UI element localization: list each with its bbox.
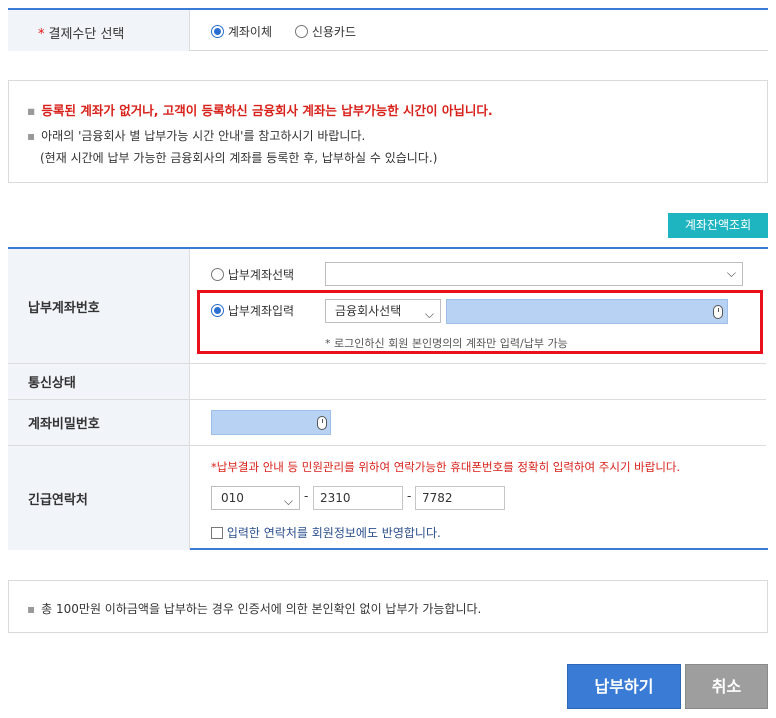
bullet-icon: ▪	[27, 103, 36, 118]
account-select-dropdown[interactable]: ⌵	[325, 262, 743, 286]
chevron-down-icon: ⌵	[726, 266, 736, 280]
phone-prefix-select[interactable]: 010 ⌵	[211, 486, 300, 510]
account-label-cell: 납부계좌번호	[8, 249, 190, 363]
submit-payment-button[interactable]: 납부하기	[567, 664, 681, 709]
notice-warning-line: 등록된 계좌가 없거나, 고객이 등록하신 금융회사 계좌는 납부가능한 시간이…	[41, 103, 493, 118]
highlight-box	[197, 290, 763, 354]
notice-box-top: ▪ 등록된 계좌가 없거나, 고객이 등록하신 금융회사 계좌는 납부가능한 시간…	[8, 80, 768, 183]
radio-card[interactable]	[295, 25, 308, 38]
notice-line-2: 아래의 '금융회사 별 납부가능 시간 안내'를 참고하시기 바랍니다.	[41, 129, 366, 143]
phone-prefix-value: 010	[221, 491, 244, 505]
account-label: 납부계좌번호	[28, 300, 100, 316]
password-label-cell: 계좌비밀번호	[8, 400, 190, 445]
radio-transfer[interactable]	[211, 25, 224, 38]
sync-contact-checkbox[interactable]	[211, 527, 223, 539]
sync-contact-checkbox-row[interactable]: 입력한 연락처를 회원정보에도 반영합니다.	[211, 524, 441, 541]
phone-middle-input[interactable]: 2310	[313, 486, 403, 510]
required-mark: *	[38, 27, 45, 42]
cancel-button[interactable]: 취소	[685, 664, 768, 709]
option-transfer-label: 계좌이체	[227, 25, 272, 39]
payment-option-card[interactable]: 신용카드	[295, 23, 356, 40]
dash: -	[407, 489, 412, 503]
chevron-down-icon: ⌵	[283, 494, 293, 508]
payment-method-row: * 결제수단 선택 계좌이체 신용카드	[8, 8, 768, 51]
comm-status-label-cell: 통신상태	[8, 364, 190, 399]
phone-last-input[interactable]: 7782	[415, 486, 505, 510]
payment-option-transfer[interactable]: 계좌이체	[211, 23, 272, 40]
account-select-label: 납부계좌선택	[227, 268, 295, 282]
mouse-keypad-icon[interactable]	[317, 416, 327, 430]
notice-bottom-text: 총 100만원 이하금액을 납부하는 경우 인증서에 의한 본인확인 없이 납부…	[41, 602, 482, 616]
emergency-label: 긴급연락처	[28, 492, 88, 508]
notice-box-bottom: ▪ 총 100만원 이하금액을 납부하는 경우 인증서에 의한 본인확인 없이 납…	[8, 580, 768, 633]
notice-line-3: (현재 시간에 납부 가능한 금융회사의 계좌를 등록한 후, 납부하실 수 있…	[40, 151, 438, 165]
sync-contact-label: 입력한 연락처를 회원정보에도 반영합니다.	[226, 526, 441, 540]
bullet-icon: ▪	[27, 602, 36, 616]
contact-warning: *납부결과 안내 등 민원관리를 위하여 연락가능한 휴대폰번호를 정확히 입력…	[211, 460, 681, 474]
emergency-label-cell: 긴급연락처	[8, 446, 190, 550]
password-label: 계좌비밀번호	[28, 417, 100, 432]
account-select-option[interactable]: 납부계좌선택	[211, 266, 294, 283]
balance-inquiry-button[interactable]: 계좌잔액조회	[668, 213, 768, 238]
dash: -	[304, 489, 309, 503]
account-password-input[interactable]	[211, 410, 331, 435]
option-card-label: 신용카드	[311, 25, 356, 39]
radio-account-select[interactable]	[211, 268, 224, 281]
comm-status-label: 통신상태	[28, 376, 76, 391]
bullet-icon: ▪	[27, 129, 36, 143]
payment-method-label-cell: * 결제수단 선택	[8, 10, 190, 51]
payment-method-label: 결제수단 선택	[48, 27, 125, 42]
